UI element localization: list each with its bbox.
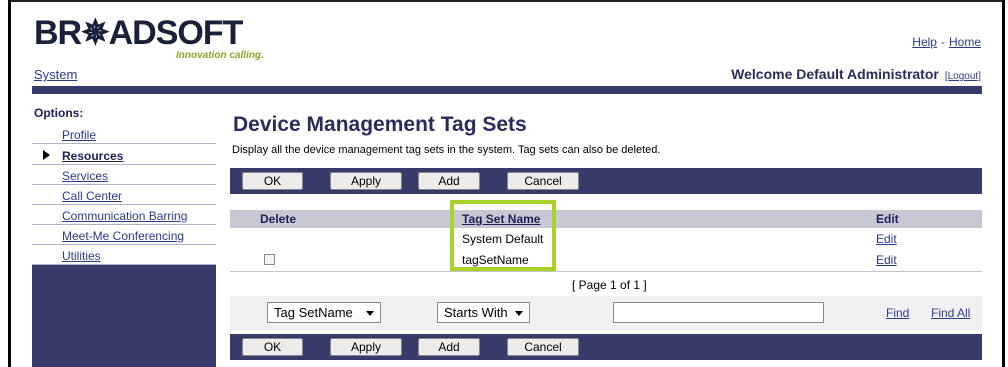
sidebar-title: Options: (34, 106, 84, 120)
ok-button[interactable]: OK (242, 338, 303, 356)
broadsoft-logo: BR✵ADSOFT (34, 14, 243, 52)
sidebar-item-label[interactable]: Communication Barring (62, 209, 187, 223)
top-link-separator: - (940, 35, 945, 49)
find-link[interactable]: Find (886, 306, 909, 320)
sidebar-item-label[interactable]: Resources (62, 149, 123, 163)
sidebar-item-resources[interactable]: Resources (32, 147, 216, 165)
pager-text: [ Page 1 of 1 ] (572, 278, 647, 292)
frame-border-left (8, 0, 11, 367)
logo-tagline: Innovation calling. (176, 50, 264, 61)
highlight-annotation-box (450, 200, 556, 271)
sidebar-item-label[interactable]: Services (62, 169, 108, 183)
search-mode-select-value: Starts With (444, 305, 508, 320)
search-field-select-value: Tag SetName (274, 305, 353, 320)
page-title: Device Management Tag Sets (233, 113, 527, 136)
sidebar-item-services[interactable]: Services (32, 167, 216, 185)
welcome-banner: Welcome Default Administrator [Logout] (731, 66, 981, 82)
frame-border-top (8, 0, 1005, 2)
home-link[interactable]: Home (949, 35, 981, 49)
cancel-button[interactable]: Cancel (507, 172, 579, 190)
sidebar-item-label[interactable]: Profile (62, 128, 96, 142)
table-header: Delete Tag Set Name Edit (230, 210, 982, 228)
find-all-link[interactable]: Find All (931, 306, 970, 320)
page-frame: BR✵ADSOFT Innovation calling. Help - Home … (0, 0, 1008, 367)
search-row: Tag SetName Starts With Find Find All (230, 296, 982, 330)
table-row: System Default Edit (230, 229, 982, 249)
apply-button[interactable]: Apply (330, 338, 402, 356)
current-page-bullet-icon (43, 150, 50, 160)
edit-link[interactable]: Edit (876, 232, 897, 246)
sidebar-item-communication-barring[interactable]: Communication Barring (32, 207, 216, 225)
sidebar-item-meet-me-conferencing[interactable]: Meet-Me Conferencing (32, 227, 216, 245)
help-link[interactable]: Help (912, 35, 937, 49)
sidebar-item-label[interactable]: Call Center (62, 189, 122, 203)
system-link[interactable]: System (34, 67, 77, 82)
sidebar-item-label[interactable]: Meet-Me Conferencing (62, 229, 184, 243)
sidebar-item-profile[interactable]: Profile (32, 126, 216, 144)
chevron-down-icon (515, 311, 523, 316)
sidebar-item-call-center[interactable]: Call Center (32, 187, 216, 205)
search-input[interactable] (613, 302, 824, 323)
page-description: Display all the device management tag se… (232, 144, 661, 156)
logout-link[interactable]: [Logout] (945, 71, 981, 82)
top-links: Help - Home (912, 35, 981, 49)
delete-checkbox[interactable] (264, 254, 275, 265)
frame-border-right (1002, 0, 1005, 367)
bottom-button-bar: OK Apply Add Cancel (230, 334, 982, 360)
search-field-select[interactable]: Tag SetName (267, 302, 381, 323)
add-button[interactable]: Add (418, 338, 480, 356)
pager-divider (230, 271, 982, 272)
column-header-delete: Delete (260, 212, 297, 226)
welcome-text: Welcome Default Administrator (731, 66, 939, 82)
add-button[interactable]: Add (418, 172, 480, 190)
apply-button[interactable]: Apply (330, 172, 402, 190)
chevron-down-icon (366, 311, 374, 316)
sidebar-item-label[interactable]: Utilities (62, 249, 101, 263)
sidebar-item-utilities[interactable]: Utilities (32, 247, 216, 265)
column-header-edit: Edit (876, 212, 899, 226)
table-row: tagSetName Edit (230, 250, 982, 270)
ok-button[interactable]: OK (242, 172, 303, 190)
cancel-button[interactable]: Cancel (507, 338, 579, 356)
edit-link[interactable]: Edit (876, 253, 897, 267)
search-mode-select[interactable]: Starts With (437, 302, 530, 323)
header-divider-bar (32, 86, 982, 94)
top-button-bar: OK Apply Add Cancel (230, 168, 982, 194)
